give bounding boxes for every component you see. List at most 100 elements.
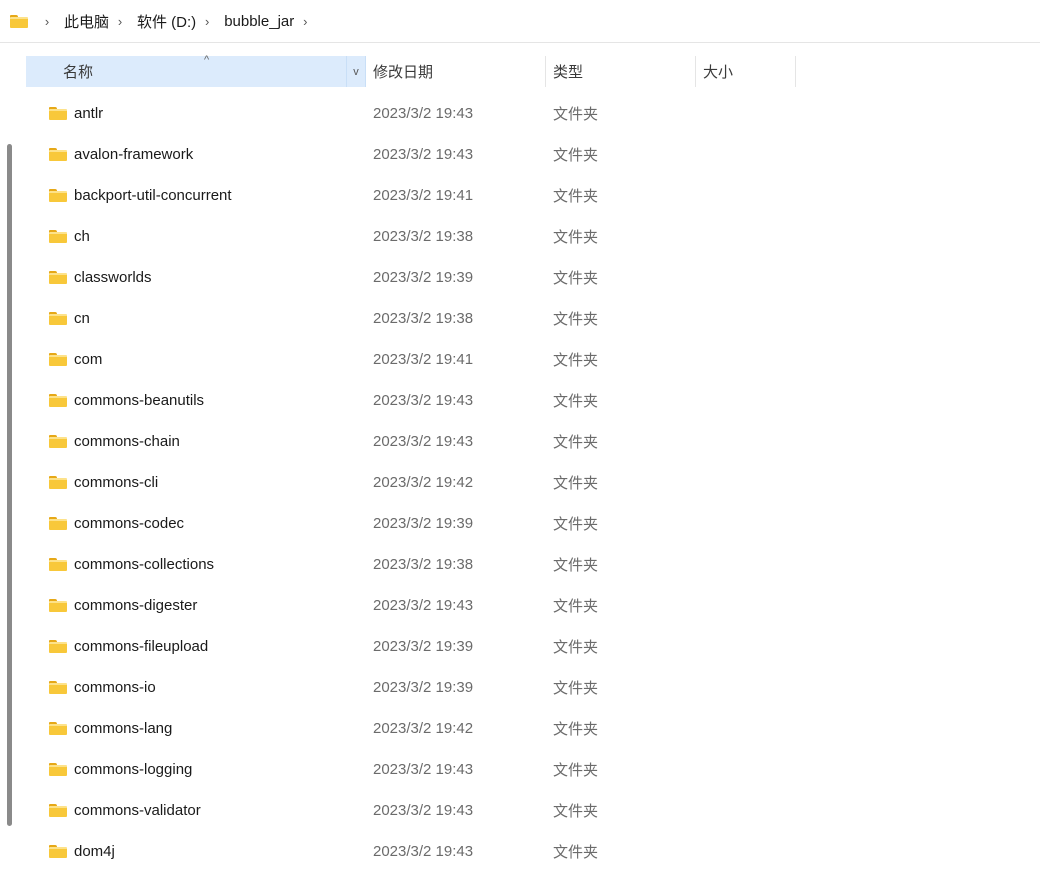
folder-icon	[49, 311, 67, 325]
file-name[interactable]: commons-validator	[74, 802, 201, 819]
file-type: 文件夹	[553, 598, 599, 615]
file-modified-date: 2023/3/2 19:39	[373, 515, 474, 532]
file-modified-date: 2023/3/2 19:43	[373, 843, 474, 860]
column-header-name[interactable]: ^ 名称 v	[26, 54, 366, 87]
file-name[interactable]: antlr	[74, 105, 103, 122]
file-modified-date: 2023/3/2 19:41	[373, 187, 474, 204]
file-name[interactable]: commons-logging	[74, 761, 192, 778]
file-list-row[interactable]: dom4j 2023/3/2 19:43 文件夹	[26, 831, 1026, 872]
file-modified-date: 2023/3/2 19:42	[373, 474, 474, 491]
file-list-row[interactable]: commons-digester 2023/3/2 19:43 文件夹	[26, 585, 1026, 626]
file-list-row[interactable]: antlr 2023/3/2 19:43 文件夹	[26, 93, 1026, 134]
chevron-right-icon[interactable]: ›	[113, 14, 127, 29]
file-modified-date: 2023/3/2 19:38	[373, 310, 474, 327]
folder-icon	[49, 434, 67, 448]
file-name[interactable]: com	[74, 351, 102, 368]
file-type: 文件夹	[553, 229, 599, 246]
file-list-row[interactable]: com 2023/3/2 19:41 文件夹	[26, 339, 1026, 380]
folder-icon	[49, 803, 67, 817]
folder-icon	[49, 352, 67, 366]
file-list-row[interactable]: commons-beanutils 2023/3/2 19:43 文件夹	[26, 380, 1026, 421]
file-modified-date: 2023/3/2 19:39	[373, 269, 474, 286]
file-modified-date: 2023/3/2 19:43	[373, 433, 474, 450]
file-name[interactable]: dom4j	[74, 843, 115, 860]
address-bar[interactable]: › 此电脑 › 软件 (D:) › bubble_jar ›	[0, 0, 1040, 43]
file-list-row[interactable]: commons-lang 2023/3/2 19:42 文件夹	[26, 708, 1026, 749]
column-header-date[interactable]: 修改日期	[366, 56, 546, 87]
file-name[interactable]: commons-collections	[74, 556, 214, 573]
vertical-scrollbar-thumb[interactable]	[7, 144, 12, 826]
file-modified-date: 2023/3/2 19:39	[373, 638, 474, 655]
file-type: 文件夹	[553, 311, 599, 328]
file-type: 文件夹	[553, 475, 599, 492]
column-header-row: ^ 名称 v 修改日期 类型 大小	[26, 54, 796, 87]
breadcrumb-drive-d[interactable]: 软件 (D:)	[135, 9, 198, 34]
file-name[interactable]: commons-cli	[74, 474, 158, 491]
folder-icon	[49, 147, 67, 161]
file-modified-date: 2023/3/2 19:38	[373, 228, 474, 245]
file-list-row[interactable]: commons-logging 2023/3/2 19:43 文件夹	[26, 749, 1026, 790]
folder-icon	[49, 844, 67, 858]
folder-icon	[49, 393, 67, 407]
file-modified-date: 2023/3/2 19:43	[373, 392, 474, 409]
file-name[interactable]: commons-digester	[74, 597, 197, 614]
file-name[interactable]: commons-codec	[74, 515, 184, 532]
file-name[interactable]: backport-util-concurrent	[74, 187, 232, 204]
folder-icon	[49, 475, 67, 489]
file-name[interactable]: commons-beanutils	[74, 392, 204, 409]
file-modified-date: 2023/3/2 19:41	[373, 351, 474, 368]
file-name[interactable]: commons-chain	[74, 433, 180, 450]
file-name[interactable]: avalon-framework	[74, 146, 193, 163]
file-list-row[interactable]: avalon-framework 2023/3/2 19:43 文件夹	[26, 134, 1026, 175]
column-header-size-label: 大小	[703, 64, 734, 81]
folder-icon	[49, 270, 67, 284]
file-modified-date: 2023/3/2 19:42	[373, 720, 474, 737]
file-list-row[interactable]: commons-codec 2023/3/2 19:39 文件夹	[26, 503, 1026, 544]
folder-icon	[49, 639, 67, 653]
file-name[interactable]: commons-io	[74, 679, 156, 696]
file-list-row[interactable]: backport-util-concurrent 2023/3/2 19:41 文件…	[26, 175, 1026, 216]
file-list-row[interactable]: commons-collections 2023/3/2 19:38 文件夹	[26, 544, 1026, 585]
file-type: 文件夹	[553, 434, 599, 451]
file-explorer-window: › 此电脑 › 软件 (D:) › bubble_jar › ^ 名称 v 修改…	[0, 0, 1040, 874]
file-list-row[interactable]: classworlds 2023/3/2 19:39 文件夹	[26, 257, 1026, 298]
chevron-right-icon[interactable]: ›	[298, 14, 312, 29]
chevron-right-icon[interactable]: ›	[200, 14, 214, 29]
chevron-right-icon[interactable]: ›	[40, 14, 54, 29]
file-name[interactable]: ch	[74, 228, 90, 245]
column-header-type-label: 类型	[553, 64, 584, 81]
column-header-name-label: 名称	[63, 64, 94, 81]
file-name[interactable]: classworlds	[74, 269, 152, 286]
file-list-row[interactable]: ch 2023/3/2 19:38 文件夹	[26, 216, 1026, 257]
folder-icon	[49, 598, 67, 612]
file-type: 文件夹	[553, 147, 599, 164]
column-header-type[interactable]: 类型	[546, 56, 696, 87]
file-name[interactable]: cn	[74, 310, 90, 327]
breadcrumb-this-pc[interactable]: 此电脑	[62, 9, 111, 34]
file-list-row[interactable]: cn 2023/3/2 19:38 文件夹	[26, 298, 1026, 339]
sort-ascending-icon: ^	[204, 54, 210, 66]
folder-icon	[49, 188, 67, 202]
file-modified-date: 2023/3/2 19:43	[373, 761, 474, 778]
file-type: 文件夹	[553, 844, 599, 861]
file-list-row[interactable]: commons-fileupload 2023/3/2 19:39 文件夹	[26, 626, 1026, 667]
folder-icon	[49, 106, 67, 120]
file-type: 文件夹	[553, 721, 599, 738]
file-modified-date: 2023/3/2 19:43	[373, 146, 474, 163]
file-list-row[interactable]: commons-io 2023/3/2 19:39 文件夹	[26, 667, 1026, 708]
file-modified-date: 2023/3/2 19:39	[373, 679, 474, 696]
column-header-date-label: 修改日期	[373, 64, 434, 81]
file-list-row[interactable]: commons-chain 2023/3/2 19:43 文件夹	[26, 421, 1026, 462]
file-type: 文件夹	[553, 516, 599, 533]
column-filter-dropdown-icon[interactable]: v	[346, 56, 365, 87]
breadcrumb-bubble-jar[interactable]: bubble_jar	[222, 11, 296, 32]
column-header-size[interactable]: 大小	[696, 56, 796, 87]
file-modified-date: 2023/3/2 19:43	[373, 802, 474, 819]
folder-icon	[49, 680, 67, 694]
file-name[interactable]: commons-lang	[74, 720, 172, 737]
file-type: 文件夹	[553, 270, 599, 287]
file-name[interactable]: commons-fileupload	[74, 638, 208, 655]
file-list-row[interactable]: commons-validator 2023/3/2 19:43 文件夹	[26, 790, 1026, 831]
file-type: 文件夹	[553, 106, 599, 123]
file-list-row[interactable]: commons-cli 2023/3/2 19:42 文件夹	[26, 462, 1026, 503]
